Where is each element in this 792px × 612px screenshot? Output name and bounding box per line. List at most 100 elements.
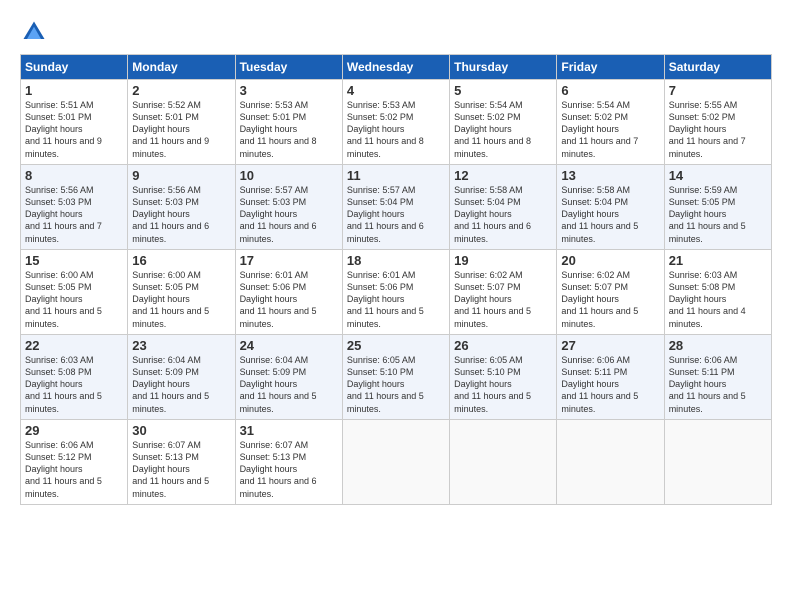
day-info: Sunrise: 5:53 AM Sunset: 5:02 PM Dayligh… [347, 99, 445, 160]
header [20, 18, 772, 46]
daylight-hours: and 11 hours and 5 minutes. [25, 306, 102, 328]
day-number: 8 [25, 168, 123, 183]
calendar-cell [557, 420, 664, 505]
day-number: 3 [240, 83, 338, 98]
day-info: Sunrise: 6:04 AM Sunset: 5:09 PM Dayligh… [240, 354, 338, 415]
daylight-hours: and 11 hours and 5 minutes. [347, 391, 424, 413]
daylight-label: Daylight hours [454, 124, 512, 134]
sunrise-label: Sunrise: 5:54 AM [561, 100, 630, 110]
daylight-label: Daylight hours [347, 294, 405, 304]
calendar-cell: 4 Sunrise: 5:53 AM Sunset: 5:02 PM Dayli… [342, 80, 449, 165]
sunrise-label: Sunrise: 6:03 AM [25, 355, 94, 365]
calendar-day-header: Saturday [664, 55, 771, 80]
day-number: 30 [132, 423, 230, 438]
daylight-hours: and 11 hours and 5 minutes. [132, 306, 209, 328]
daylight-hours: and 11 hours and 9 minutes. [25, 136, 102, 158]
calendar-cell: 23 Sunrise: 6:04 AM Sunset: 5:09 PM Dayl… [128, 335, 235, 420]
sunrise-label: Sunrise: 6:05 AM [347, 355, 416, 365]
day-number: 23 [132, 338, 230, 353]
calendar-cell [450, 420, 557, 505]
day-number: 1 [25, 83, 123, 98]
day-number: 18 [347, 253, 445, 268]
calendar-cell [342, 420, 449, 505]
daylight-label: Daylight hours [240, 464, 298, 474]
daylight-hours: and 11 hours and 6 minutes. [240, 476, 317, 498]
sunrise-label: Sunrise: 6:02 AM [454, 270, 523, 280]
day-info: Sunrise: 5:53 AM Sunset: 5:01 PM Dayligh… [240, 99, 338, 160]
calendar-cell: 5 Sunrise: 5:54 AM Sunset: 5:02 PM Dayli… [450, 80, 557, 165]
calendar-cell: 18 Sunrise: 6:01 AM Sunset: 5:06 PM Dayl… [342, 250, 449, 335]
daylight-label: Daylight hours [132, 464, 190, 474]
sunset-label: Sunset: 5:08 PM [669, 282, 736, 292]
day-info: Sunrise: 6:01 AM Sunset: 5:06 PM Dayligh… [240, 269, 338, 330]
sunrise-label: Sunrise: 5:51 AM [25, 100, 94, 110]
calendar-cell: 14 Sunrise: 5:59 AM Sunset: 5:05 PM Dayl… [664, 165, 771, 250]
sunrise-label: Sunrise: 5:59 AM [669, 185, 738, 195]
daylight-label: Daylight hours [561, 209, 619, 219]
logo [20, 18, 50, 46]
daylight-hours: and 11 hours and 8 minutes. [454, 136, 531, 158]
calendar-cell: 6 Sunrise: 5:54 AM Sunset: 5:02 PM Dayli… [557, 80, 664, 165]
daylight-label: Daylight hours [25, 124, 83, 134]
calendar-cell: 19 Sunrise: 6:02 AM Sunset: 5:07 PM Dayl… [450, 250, 557, 335]
sunrise-label: Sunrise: 6:06 AM [25, 440, 94, 450]
daylight-hours: and 11 hours and 6 minutes. [240, 221, 317, 243]
daylight-label: Daylight hours [25, 379, 83, 389]
daylight-hours: and 11 hours and 8 minutes. [347, 136, 424, 158]
day-number: 17 [240, 253, 338, 268]
day-number: 12 [454, 168, 552, 183]
calendar: SundayMondayTuesdayWednesdayThursdayFrid… [20, 54, 772, 505]
calendar-week-row: 15 Sunrise: 6:00 AM Sunset: 5:05 PM Dayl… [21, 250, 772, 335]
day-info: Sunrise: 5:58 AM Sunset: 5:04 PM Dayligh… [454, 184, 552, 245]
sunrise-label: Sunrise: 5:56 AM [25, 185, 94, 195]
calendar-cell: 2 Sunrise: 5:52 AM Sunset: 5:01 PM Dayli… [128, 80, 235, 165]
daylight-hours: and 11 hours and 7 minutes. [25, 221, 102, 243]
calendar-day-header: Monday [128, 55, 235, 80]
day-number: 7 [669, 83, 767, 98]
day-info: Sunrise: 5:55 AM Sunset: 5:02 PM Dayligh… [669, 99, 767, 160]
calendar-cell: 10 Sunrise: 5:57 AM Sunset: 5:03 PM Dayl… [235, 165, 342, 250]
daylight-label: Daylight hours [561, 379, 619, 389]
sunrise-label: Sunrise: 5:57 AM [347, 185, 416, 195]
daylight-hours: and 11 hours and 5 minutes. [454, 391, 531, 413]
daylight-label: Daylight hours [25, 294, 83, 304]
day-number: 2 [132, 83, 230, 98]
day-info: Sunrise: 5:57 AM Sunset: 5:03 PM Dayligh… [240, 184, 338, 245]
sunrise-label: Sunrise: 6:01 AM [347, 270, 416, 280]
calendar-cell: 30 Sunrise: 6:07 AM Sunset: 5:13 PM Dayl… [128, 420, 235, 505]
sunset-label: Sunset: 5:01 PM [132, 112, 199, 122]
daylight-label: Daylight hours [669, 209, 727, 219]
calendar-cell: 21 Sunrise: 6:03 AM Sunset: 5:08 PM Dayl… [664, 250, 771, 335]
sunset-label: Sunset: 5:10 PM [347, 367, 414, 377]
day-info: Sunrise: 5:54 AM Sunset: 5:02 PM Dayligh… [561, 99, 659, 160]
day-number: 16 [132, 253, 230, 268]
calendar-cell: 3 Sunrise: 5:53 AM Sunset: 5:01 PM Dayli… [235, 80, 342, 165]
day-info: Sunrise: 6:05 AM Sunset: 5:10 PM Dayligh… [454, 354, 552, 415]
calendar-cell: 17 Sunrise: 6:01 AM Sunset: 5:06 PM Dayl… [235, 250, 342, 335]
sunset-label: Sunset: 5:11 PM [669, 367, 735, 377]
day-info: Sunrise: 5:57 AM Sunset: 5:04 PM Dayligh… [347, 184, 445, 245]
sunset-label: Sunset: 5:07 PM [561, 282, 628, 292]
daylight-hours: and 11 hours and 7 minutes. [669, 136, 746, 158]
day-number: 31 [240, 423, 338, 438]
sunrise-label: Sunrise: 6:00 AM [132, 270, 201, 280]
calendar-week-row: 8 Sunrise: 5:56 AM Sunset: 5:03 PM Dayli… [21, 165, 772, 250]
day-info: Sunrise: 5:58 AM Sunset: 5:04 PM Dayligh… [561, 184, 659, 245]
daylight-hours: and 11 hours and 5 minutes. [132, 391, 209, 413]
daylight-hours: and 11 hours and 5 minutes. [240, 391, 317, 413]
calendar-cell: 13 Sunrise: 5:58 AM Sunset: 5:04 PM Dayl… [557, 165, 664, 250]
day-info: Sunrise: 5:56 AM Sunset: 5:03 PM Dayligh… [132, 184, 230, 245]
sunrise-label: Sunrise: 6:00 AM [25, 270, 94, 280]
day-info: Sunrise: 6:00 AM Sunset: 5:05 PM Dayligh… [132, 269, 230, 330]
day-number: 11 [347, 168, 445, 183]
daylight-hours: and 11 hours and 5 minutes. [347, 306, 424, 328]
day-number: 6 [561, 83, 659, 98]
day-info: Sunrise: 6:04 AM Sunset: 5:09 PM Dayligh… [132, 354, 230, 415]
daylight-hours: and 11 hours and 5 minutes. [454, 306, 531, 328]
day-info: Sunrise: 6:02 AM Sunset: 5:07 PM Dayligh… [454, 269, 552, 330]
sunrise-label: Sunrise: 5:54 AM [454, 100, 523, 110]
daylight-hours: and 11 hours and 5 minutes. [132, 476, 209, 498]
sunset-label: Sunset: 5:04 PM [347, 197, 414, 207]
day-info: Sunrise: 6:03 AM Sunset: 5:08 PM Dayligh… [669, 269, 767, 330]
sunset-label: Sunset: 5:11 PM [561, 367, 627, 377]
